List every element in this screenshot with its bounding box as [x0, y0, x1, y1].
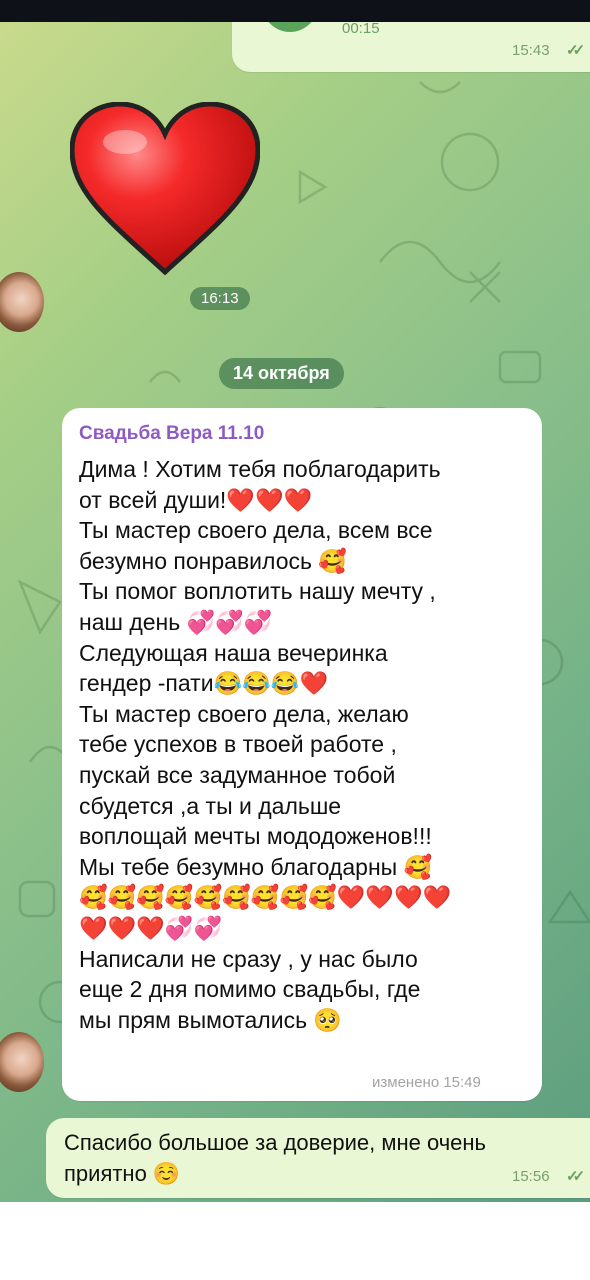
message-time: 15:43 [512, 42, 550, 59]
date-divider: 14 октября [219, 358, 344, 389]
bottom-blank-area [0, 1202, 590, 1280]
outgoing-audio-message[interactable]: 00:15 15:43 ✓✓ [232, 22, 590, 72]
message-text: Дима ! Хотим тебя поблагодарить от всей … [79, 456, 452, 1033]
edited-timestamp: изменено 15:49 [372, 1074, 481, 1091]
outgoing-message[interactable]: Спасибо большое за доверие, мне очень пр… [46, 1118, 590, 1198]
message-time: 15:56 [512, 1168, 550, 1185]
sender-name[interactable]: Свадьба Вера 11.10 [79, 423, 264, 445]
read-double-check-icon: ✓✓ [566, 42, 585, 59]
chat-background: 00:15 15:43 ✓✓ 16:13 14 октября Свадьба … [0, 22, 590, 1202]
red-heart-icon[interactable] [70, 102, 260, 277]
sticker-time: 16:13 [190, 287, 250, 310]
read-double-check-icon: ✓✓ [566, 1168, 585, 1185]
incoming-message[interactable]: Свадьба Вера 11.10 Дима ! Хотим тебя поб… [62, 408, 542, 1101]
audio-play-button[interactable] [262, 22, 318, 32]
status-bar [0, 0, 590, 22]
audio-duration: 00:15 [342, 22, 380, 37]
